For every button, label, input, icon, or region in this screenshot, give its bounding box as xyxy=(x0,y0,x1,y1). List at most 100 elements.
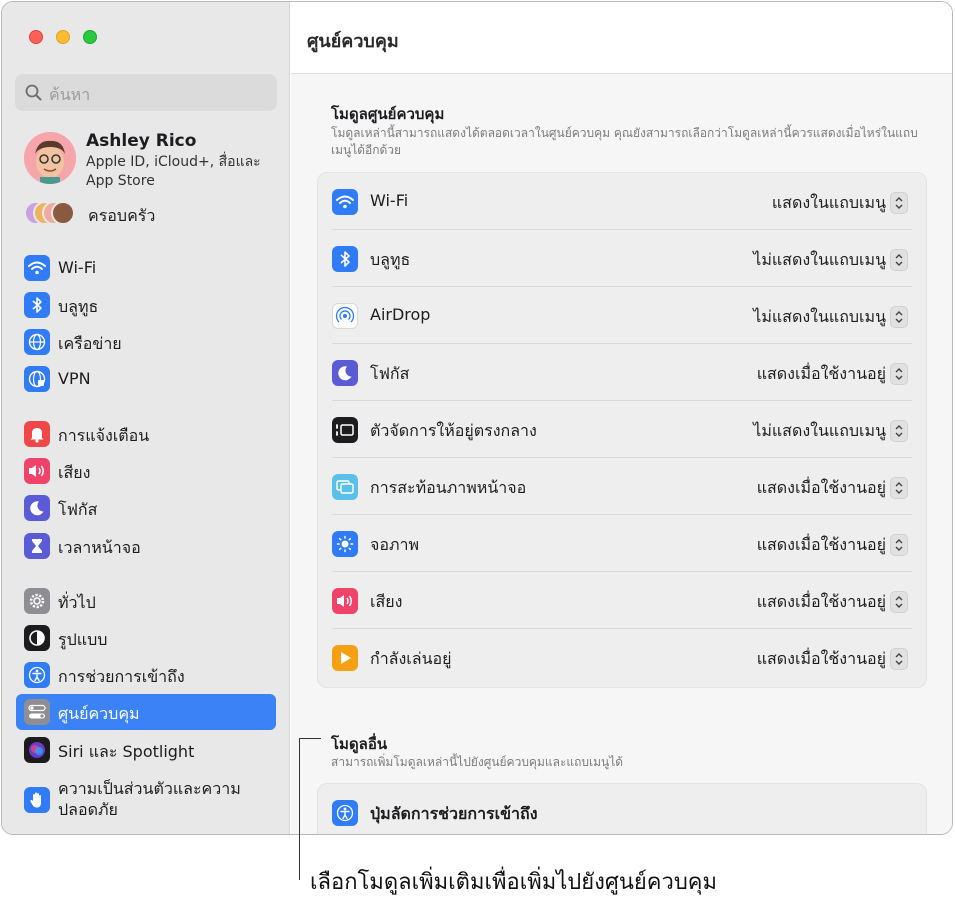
menu-bar-popup[interactable]: แสดงเมื่อใช้งานอยู่ xyxy=(757,476,886,501)
callout-caption: เลือกโมดูลเพิ่มเติมเพื่อเพิ่มไปยังศูนย์ค… xyxy=(310,870,718,895)
title-bar: ศูนย์ควบคุม xyxy=(291,2,952,74)
family-label: ครอบครัว xyxy=(88,206,156,225)
hourglass-icon xyxy=(24,533,50,559)
module-row-stage-manager: ตัวจัดการให้อยู่ตรงกลาง ไม่แสดงในแถบเมนู xyxy=(318,401,926,458)
sun-icon xyxy=(332,531,358,557)
sidebar-item-bluetooth[interactable]: บลูทูธ xyxy=(16,287,276,323)
search-icon xyxy=(25,84,42,101)
sidebar-item-label: เวลาหน้าจอ xyxy=(58,538,141,557)
bluetooth-icon xyxy=(24,292,50,318)
avatar xyxy=(24,132,76,184)
module-row-sound: เสียง แสดงเมื่อใช้งานอยู่ xyxy=(318,572,926,629)
sidebar-item-label: เครือข่าย xyxy=(58,334,122,353)
module-label: AirDrop xyxy=(370,305,431,324)
callout-line xyxy=(299,738,300,880)
sidebar-item-control-center[interactable]: ศูนย์ควบคุม xyxy=(16,694,276,730)
screen-mirroring-icon xyxy=(332,474,358,500)
sidebar-item-label: โฟกัส xyxy=(58,500,98,519)
sidebar-item-privacy-security[interactable]: ความเป็นส่วนตัวและความปลอดภัย xyxy=(16,776,276,824)
main-pane: ศูนย์ควบคุม โมดูลศูนย์ควบคุม โมดูลเหล่าน… xyxy=(291,2,952,834)
stage-manager-icon xyxy=(332,417,358,443)
moon-icon xyxy=(332,360,358,386)
section-title-control-modules: โมดูลศูนย์ควบคุม xyxy=(331,105,445,123)
play-icon xyxy=(332,645,358,671)
sidebar-item-siri-spotlight[interactable]: Siri และ Spotlight xyxy=(16,732,276,768)
menu-bar-popup[interactable]: ไม่แสดงในแถบเมนู xyxy=(753,305,886,330)
search-field[interactable]: ค้นหา xyxy=(15,74,277,111)
menu-bar-popup[interactable]: แสดงเมื่อใช้งานอยู่ xyxy=(757,647,886,672)
family-avatar xyxy=(51,201,75,225)
sidebar-item-label: บลูทูธ xyxy=(58,297,99,316)
section-title-other-modules: โมดูลอื่น xyxy=(331,735,388,753)
popup-chevron-icon[interactable] xyxy=(890,363,908,385)
appearance-icon xyxy=(24,625,50,651)
sidebar-item-label: ศูนย์ควบคุม xyxy=(58,704,140,723)
popup-chevron-icon[interactable] xyxy=(890,534,908,556)
globe-icon xyxy=(24,329,50,355)
popup-chevron-icon[interactable] xyxy=(890,420,908,442)
sidebar-item-general[interactable]: ทั่วไป xyxy=(16,583,276,619)
bluetooth-icon xyxy=(332,246,358,272)
minimize-button[interactable] xyxy=(56,30,70,44)
module-label: การสะท้อนภาพหน้าจอ xyxy=(370,478,527,497)
menu-bar-popup[interactable]: ไม่แสดงในแถบเมนู xyxy=(753,248,886,273)
menu-bar-popup[interactable]: แสดงเมื่อใช้งานอยู่ xyxy=(757,590,886,615)
module-row-airdrop: AirDrop ไม่แสดงในแถบเมนู xyxy=(318,287,926,344)
popup-chevron-icon[interactable] xyxy=(890,648,908,670)
popup-chevron-icon[interactable] xyxy=(890,477,908,499)
control-center-icon xyxy=(24,699,50,725)
sidebar-item-label: เสียง xyxy=(58,463,91,482)
zoom-button[interactable] xyxy=(83,30,97,44)
sidebar-item-wifi[interactable]: Wi-Fi xyxy=(16,250,276,286)
sidebar-item-network[interactable]: เครือข่าย xyxy=(16,324,276,360)
settings-window: ค้นหา Ashley Rico Apple ID, iCloud+, สื่… xyxy=(1,1,953,835)
sidebar-item-screen-time[interactable]: เวลาหน้าจอ xyxy=(16,528,276,564)
module-row-screen-mirroring: การสะท้อนภาพหน้าจอ แสดงเมื่อใช้งานอยู่ xyxy=(318,458,926,515)
module-label: ตัวจัดการให้อยู่ตรงกลาง xyxy=(370,421,537,440)
menu-bar-popup[interactable]: แสดงในแถบเมนู xyxy=(772,191,886,216)
popup-chevron-icon[interactable] xyxy=(890,192,908,214)
accessibility-icon xyxy=(332,800,358,826)
sidebar-item-label: การแจ้งเตือน xyxy=(58,426,150,445)
bell-icon xyxy=(24,421,50,447)
siri-icon xyxy=(24,737,50,763)
sidebar-item-label: VPN xyxy=(58,369,91,388)
module-label: จอภาพ xyxy=(370,535,420,554)
profile-name: Ashley Rico xyxy=(86,131,197,151)
module-row-bluetooth: บลูทูธ ไม่แสดงในแถบเมนู xyxy=(318,230,926,287)
wifi-icon xyxy=(332,189,358,215)
sidebar-item-label: ความเป็นส่วนตัวและความปลอดภัย xyxy=(58,779,241,819)
search-placeholder: ค้นหา xyxy=(49,85,91,104)
menu-bar-popup[interactable]: แสดงเมื่อใช้งานอยู่ xyxy=(757,533,886,558)
popup-chevron-icon[interactable] xyxy=(890,306,908,328)
profile-account[interactable]: Ashley Rico Apple ID, iCloud+, สื่อและ A… xyxy=(24,130,284,192)
sidebar-item-vpn[interactable]: VPN xyxy=(16,361,276,397)
page-title: ศูนย์ควบคุม xyxy=(307,31,399,52)
module-label: Wi-Fi xyxy=(370,191,409,210)
sidebar: ค้นหา Ashley Rico Apple ID, iCloud+, สื่… xyxy=(2,2,290,834)
hand-icon xyxy=(24,787,50,813)
section-description-control-modules: โมดูลเหล่านี้สามารถแสดงได้ตลอดเวลาในศูนย… xyxy=(331,126,918,157)
speaker-icon xyxy=(332,588,358,614)
profile-subtitle: Apple ID, iCloud+, สื่อและ App Store xyxy=(86,154,261,189)
wifi-icon xyxy=(24,255,50,281)
family-item[interactable]: ครอบครัว xyxy=(24,201,264,227)
close-button[interactable] xyxy=(29,30,43,44)
menu-bar-popup[interactable]: ไม่แสดงในแถบเมนู xyxy=(753,419,886,444)
menu-bar-popup[interactable]: แสดงเมื่อใช้งานอยู่ xyxy=(757,362,886,387)
sidebar-item-label: การช่วยการเข้าถึง xyxy=(58,667,185,686)
sidebar-item-appearance[interactable]: รูปแบบ xyxy=(16,620,276,656)
other-modules-list: ปุ่มลัดการช่วยการเข้าถึง xyxy=(317,783,927,834)
moon-icon xyxy=(24,495,50,521)
module-row-now-playing: กำลังเล่นอยู่ แสดงเมื่อใช้งานอยู่ xyxy=(318,629,926,686)
gear-icon xyxy=(24,588,50,614)
popup-chevron-icon[interactable] xyxy=(890,249,908,271)
sidebar-item-focus[interactable]: โฟกัส xyxy=(16,490,276,526)
sidebar-item-accessibility[interactable]: การช่วยการเข้าถึง xyxy=(16,657,276,693)
sidebar-item-notifications[interactable]: การแจ้งเตือน xyxy=(16,416,276,452)
sidebar-item-sound[interactable]: เสียง xyxy=(16,453,276,489)
module-row-focus: โฟกัส แสดงเมื่อใช้งานอยู่ xyxy=(318,344,926,401)
module-row-wifi: Wi-Fi แสดงในแถบเมนู xyxy=(318,173,926,230)
sidebar-item-label: Siri และ Spotlight xyxy=(58,742,195,761)
popup-chevron-icon[interactable] xyxy=(890,591,908,613)
